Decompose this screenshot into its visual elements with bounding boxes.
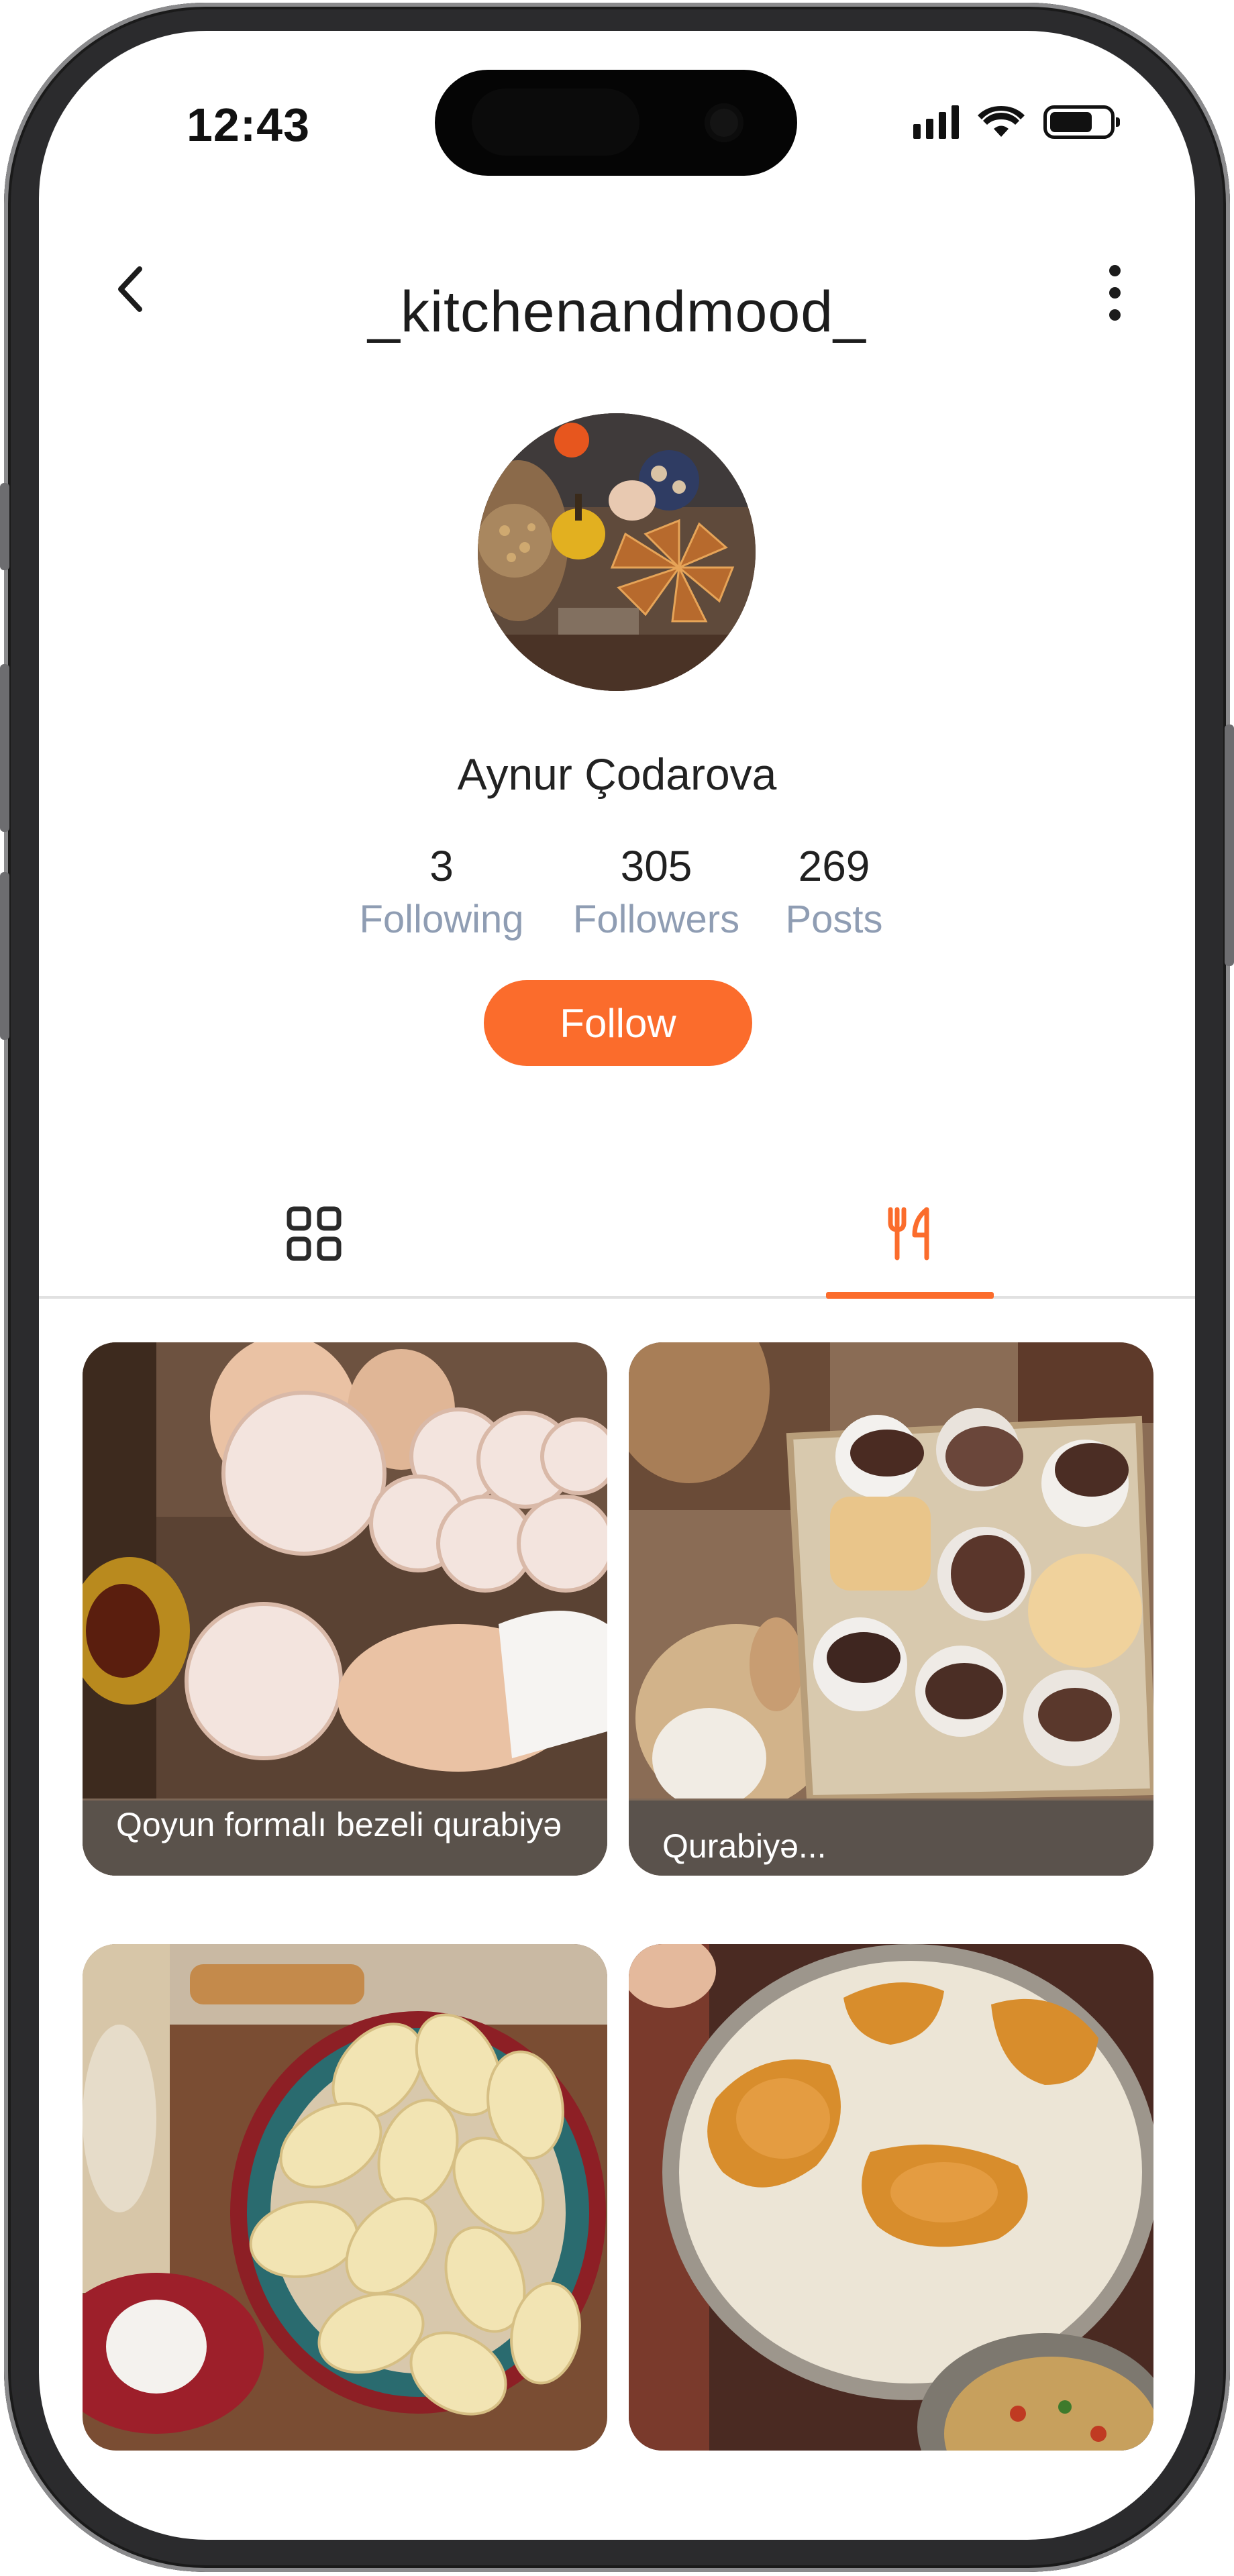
stat-value: 269: [798, 842, 870, 890]
grid-icon: [287, 1206, 342, 1261]
camera-icon: [705, 103, 743, 142]
status-time: 12:43: [187, 99, 311, 151]
status-icons: [913, 105, 1120, 140]
more-dot-icon: [1109, 264, 1121, 276]
wifi-icon: [978, 106, 1025, 137]
stat-followers[interactable]: 305 Followers: [562, 839, 750, 947]
post-card[interactable]: Qurabiyə...: [629, 1342, 1153, 1876]
profile-tabs: [39, 1171, 1195, 1299]
post-card[interactable]: [629, 1944, 1153, 2451]
post-photo: [629, 1342, 1153, 1876]
stat-following[interactable]: 3 Following: [348, 839, 535, 947]
screen: 12:43 _kitchenandmood_ Aynur Çodarova 3 …: [39, 31, 1195, 2540]
stat-label: Posts: [785, 898, 883, 941]
stat-value: 305: [620, 842, 692, 890]
profile-name: Aynur Çodarova: [457, 749, 777, 799]
fork-knife-icon: [888, 1207, 929, 1260]
post-photo: [83, 1342, 607, 1876]
stat-label: Followers: [572, 898, 740, 941]
stat-posts[interactable]: 269 Posts: [770, 839, 898, 947]
stat-label: Following: [359, 898, 524, 941]
stat-value: 3: [429, 842, 454, 890]
more-dot-icon: [1109, 309, 1121, 321]
volume-up-button: [0, 664, 9, 832]
tab-posts-grid[interactable]: [240, 1171, 388, 1296]
post-card[interactable]: Qoyun formalı bezeli qurabiyə: [83, 1342, 607, 1876]
power-button: [1225, 724, 1234, 966]
follow-button[interactable]: Follow: [484, 980, 752, 1066]
battery-icon: [1043, 105, 1120, 139]
post-photo: [83, 1944, 607, 2451]
profile-stats: 3 Following 305 Followers 269 Posts: [39, 839, 1195, 973]
signal-icon: [913, 105, 959, 139]
active-tab-indicator: [826, 1292, 994, 1299]
post-caption: Qurabiyə...: [629, 1801, 1153, 1876]
post-card[interactable]: [83, 1944, 607, 2451]
page-title: _kitchenandmood_: [368, 280, 866, 344]
dynamic-island: [435, 70, 797, 176]
post-photo: [629, 1944, 1153, 2451]
tab-recipes[interactable]: [826, 1171, 994, 1299]
post-caption: Qoyun formalı bezeli qurabiyə: [83, 1801, 607, 1876]
more-dot-icon: [1109, 286, 1121, 299]
avatar[interactable]: [478, 413, 756, 691]
volume-down-button: [0, 872, 9, 1040]
more-options-button[interactable]: [1088, 252, 1141, 333]
action-button: [0, 483, 9, 570]
